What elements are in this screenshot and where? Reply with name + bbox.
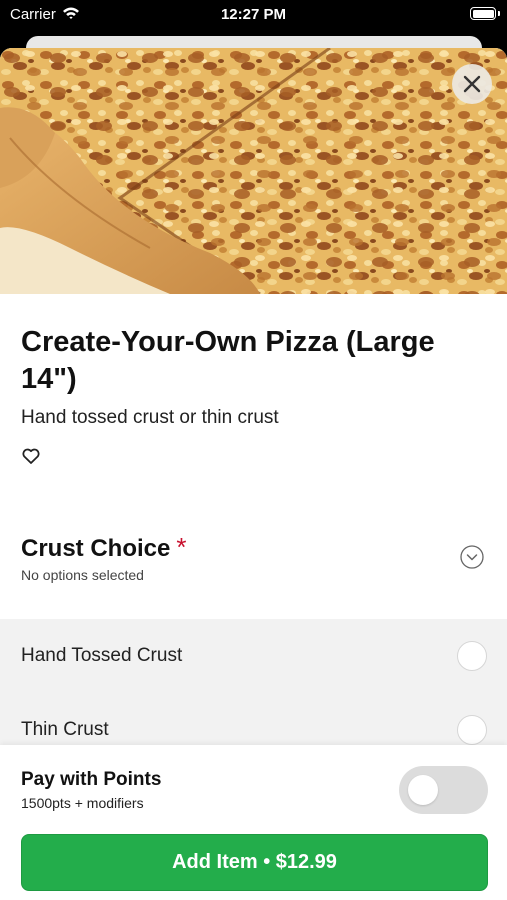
points-cost: 1500pts + modifiers (21, 795, 144, 811)
modifier-group-title: Crust Choice * (21, 532, 186, 563)
item-photo (0, 48, 507, 294)
status-bar: Carrier 12:27 PM (0, 0, 507, 30)
toggle-knob (408, 775, 438, 805)
battery-icon (470, 7, 500, 20)
crust-options-list: Hand Tossed Crust Thin Crust (0, 619, 507, 749)
add-item-button[interactable]: Add Item • $12.99 (21, 834, 488, 891)
add-item-label: Add Item • $12.99 (172, 851, 337, 873)
option-label: Hand Tossed Crust (21, 645, 183, 666)
crust-choice-header[interactable]: Crust Choice * No options selected (0, 518, 507, 618)
close-icon (463, 75, 481, 93)
clock: 12:27 PM (220, 6, 287, 23)
heart-outline-icon (22, 448, 40, 464)
item-detail-modal: Create-Your-Own Pizza (Large 14") Hand t… (0, 48, 507, 900)
option-hand-tossed-crust[interactable]: Hand Tossed Crust (0, 619, 507, 689)
chevron-down-circle-icon[interactable] (460, 545, 484, 569)
radio-button[interactable] (457, 715, 487, 745)
item-description: Hand tossed crust or thin crust (21, 407, 279, 428)
radio-button[interactable] (457, 641, 487, 671)
pay-with-points-toggle[interactable] (399, 766, 488, 814)
favorite-button[interactable] (21, 446, 41, 466)
required-indicator: * (176, 532, 187, 562)
pay-with-points-label: Pay with Points (21, 769, 162, 790)
option-label: Thin Crust (21, 719, 109, 740)
item-title: Create-Your-Own Pizza (Large 14") (21, 326, 435, 395)
close-button[interactable] (452, 64, 492, 104)
checkout-footer: Pay with Points 1500pts + modifiers Add … (0, 745, 507, 900)
modifier-group-name: Crust Choice (21, 535, 171, 562)
modifier-group-status: No options selected (21, 567, 144, 583)
